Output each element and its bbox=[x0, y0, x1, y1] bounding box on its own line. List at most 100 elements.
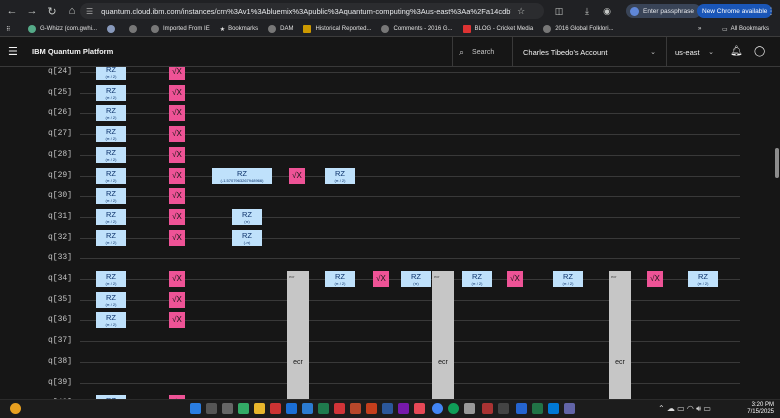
bookmark-4[interactable]: ★ Bookmarks bbox=[220, 26, 258, 33]
sx-gate[interactable]: √X bbox=[289, 167, 305, 184]
reload-icon[interactable]: ↻ bbox=[44, 3, 60, 19]
all-bookmarks-button[interactable]: ▭ All Bookmarks bbox=[722, 26, 769, 33]
taskbar-app-icon[interactable] bbox=[564, 403, 575, 414]
taskbar-app-icon[interactable] bbox=[448, 403, 459, 414]
taskbar-app-icon[interactable] bbox=[302, 403, 313, 414]
rz-gate[interactable]: RZ (-π) bbox=[232, 229, 262, 246]
more-menu-icon[interactable]: ⋮ bbox=[764, 4, 778, 18]
system-tray-icons[interactable]: ⌃ ☁ ▭ ◠ 🔊︎ ▭ bbox=[658, 404, 711, 414]
bookmark-star-icon[interactable]: ☆ bbox=[517, 6, 525, 17]
rz-gate[interactable]: RZ(π / 2) bbox=[96, 312, 126, 329]
rz-gate[interactable]: RZ (π) bbox=[401, 271, 431, 287]
sx-gate[interactable]: √X bbox=[169, 208, 185, 225]
ecr-gate[interactable]: ecr ecr bbox=[609, 271, 631, 399]
sx-gate[interactable]: √X bbox=[647, 271, 663, 287]
passphrase-button[interactable]: Enter passphrase bbox=[626, 4, 701, 18]
search-button[interactable]: ⌕ Search bbox=[452, 37, 510, 67]
rz-gate[interactable]: RZ(π / 2) bbox=[325, 271, 355, 287]
sx-gate[interactable]: √X bbox=[169, 167, 185, 184]
sx-gate[interactable]: √X bbox=[169, 291, 185, 308]
rz-gate[interactable]: RZ(π / 2) bbox=[553, 271, 583, 287]
rz-gate[interactable]: RZ (π) bbox=[232, 208, 262, 225]
bookmark-3[interactable]: Imported From IE bbox=[151, 25, 210, 33]
ecr-gate[interactable]: ecr ecr bbox=[287, 271, 309, 399]
taskbar-app-icon[interactable] bbox=[286, 403, 297, 414]
sx-gate[interactable]: √X bbox=[169, 126, 185, 143]
taskbar-app-icon[interactable] bbox=[516, 403, 527, 414]
more-bookmarks-button[interactable]: » bbox=[698, 26, 701, 32]
taskbar-app-icon[interactable] bbox=[398, 403, 409, 414]
rz-gate[interactable]: RZ(π / 2) bbox=[96, 208, 126, 225]
taskbar-app-icon[interactable] bbox=[270, 403, 281, 414]
bookmark-1[interactable] bbox=[107, 25, 119, 33]
taskbar-app-icon[interactable] bbox=[382, 403, 393, 414]
taskbar-app-icon[interactable] bbox=[350, 403, 361, 414]
home-icon[interactable]: ⌂ bbox=[64, 3, 80, 19]
rz-gate[interactable]: RZ(π / 2) bbox=[96, 84, 126, 101]
sx-gate[interactable]: √X bbox=[169, 271, 185, 287]
rz-gate[interactable]: RZ(π / 2) bbox=[325, 167, 355, 184]
taskbar-search-icon[interactable] bbox=[206, 403, 217, 414]
apps-icon[interactable]: ⠿ bbox=[6, 26, 10, 33]
taskbar-app-icon[interactable] bbox=[548, 403, 559, 414]
site-info-icon[interactable]: ☰ bbox=[86, 7, 93, 16]
taskbar-app-icon[interactable] bbox=[498, 403, 509, 414]
taskbar-app-icon[interactable] bbox=[464, 403, 475, 414]
rz-gate[interactable]: RZ(π / 2) bbox=[96, 146, 126, 163]
start-icon[interactable] bbox=[190, 403, 201, 414]
taskbar-app-icon[interactable] bbox=[366, 403, 377, 414]
rz-gate[interactable]: RZ(π / 2) bbox=[96, 188, 126, 205]
extensions-icon[interactable]: ◫ bbox=[552, 4, 566, 18]
profile-icon[interactable]: ◉ bbox=[600, 4, 614, 18]
rz-gate[interactable]: RZ(π / 2) bbox=[462, 271, 492, 287]
clock[interactable]: 3:20 PM 7/15/2025 bbox=[747, 402, 774, 416]
chrome-icon[interactable] bbox=[432, 403, 443, 414]
sx-gate[interactable]: √X bbox=[169, 188, 185, 205]
rz-gate[interactable]: RZ(π / 2) bbox=[96, 271, 126, 287]
sx-gate[interactable]: √X bbox=[169, 67, 185, 80]
rz-gate[interactable]: RZ(π / 2) bbox=[96, 105, 126, 122]
sx-gate[interactable]: √X bbox=[169, 229, 185, 246]
forward-icon[interactable]: → bbox=[24, 3, 40, 19]
taskbar-app-icon[interactable] bbox=[482, 403, 493, 414]
bookmark-5[interactable]: DAM bbox=[268, 25, 293, 33]
user-profile-icon[interactable]: ◯ bbox=[754, 46, 768, 60]
rz-gate[interactable]: RZ(π / 2) bbox=[96, 167, 126, 184]
rz-gate[interactable]: RZ(π / 2) bbox=[96, 229, 126, 246]
bookmark-2[interactable] bbox=[129, 25, 141, 33]
rz-gate[interactable]: RZ(π / 2) bbox=[96, 126, 126, 143]
bookmark-6[interactable]: Historical Reported... bbox=[303, 25, 371, 33]
scrollbar-thumb[interactable] bbox=[775, 148, 779, 178]
sx-gate[interactable]: √X bbox=[169, 312, 185, 329]
bookmark-7[interactable]: Comments - 2016 G... bbox=[381, 25, 453, 33]
task-view-icon[interactable] bbox=[222, 403, 233, 414]
download-icon[interactable]: ⤓ bbox=[580, 4, 594, 18]
rz-gate[interactable]: RZ(π / 2) bbox=[96, 67, 126, 80]
hamburger-menu-icon[interactable]: ☰ bbox=[8, 45, 18, 58]
taskbar-app-icon[interactable] bbox=[318, 403, 329, 414]
rz-gate[interactable]: RZ(π / 2) bbox=[688, 271, 718, 287]
sx-gate[interactable]: √X bbox=[169, 146, 185, 163]
sx-gate[interactable]: √X bbox=[373, 271, 389, 287]
address-bar[interactable]: ☰ quantum.cloud.ibm.com/instances/crn%3A… bbox=[80, 3, 544, 19]
ecr-gate[interactable]: ecr ecr bbox=[432, 271, 454, 399]
bookmark-8[interactable]: BLOG - Cricket Media bbox=[462, 25, 533, 33]
sx-gate[interactable]: √X bbox=[169, 105, 185, 122]
new-chrome-button[interactable]: New Chrome available bbox=[697, 4, 773, 18]
rz-gate[interactable]: RZ (-1.5707963267948966) bbox=[212, 167, 272, 184]
sx-gate[interactable]: √X bbox=[169, 84, 185, 101]
notification-icon[interactable]: 🔔︎ bbox=[730, 46, 744, 60]
weather-widget-icon[interactable] bbox=[10, 403, 21, 414]
bookmark-0[interactable]: G-Whizz (com.gwhi... bbox=[28, 25, 97, 33]
region-selector[interactable]: us-east ⌄ bbox=[666, 37, 722, 67]
bookmark-9[interactable]: 2016 Global Folklori... bbox=[543, 25, 614, 33]
taskbar-app-icon[interactable] bbox=[532, 403, 543, 414]
account-selector[interactable]: Charles Tibedo's Account ⌄ bbox=[512, 37, 666, 67]
taskbar-app-icon[interactable] bbox=[334, 403, 345, 414]
taskbar-app-icon[interactable] bbox=[238, 403, 249, 414]
taskbar-app-icon[interactable] bbox=[414, 403, 425, 414]
file-explorer-icon[interactable] bbox=[254, 403, 265, 414]
rz-gate[interactable]: RZ(π / 2) bbox=[96, 291, 126, 308]
back-icon[interactable]: ← bbox=[4, 3, 20, 19]
sx-gate[interactable]: √X bbox=[507, 271, 523, 287]
